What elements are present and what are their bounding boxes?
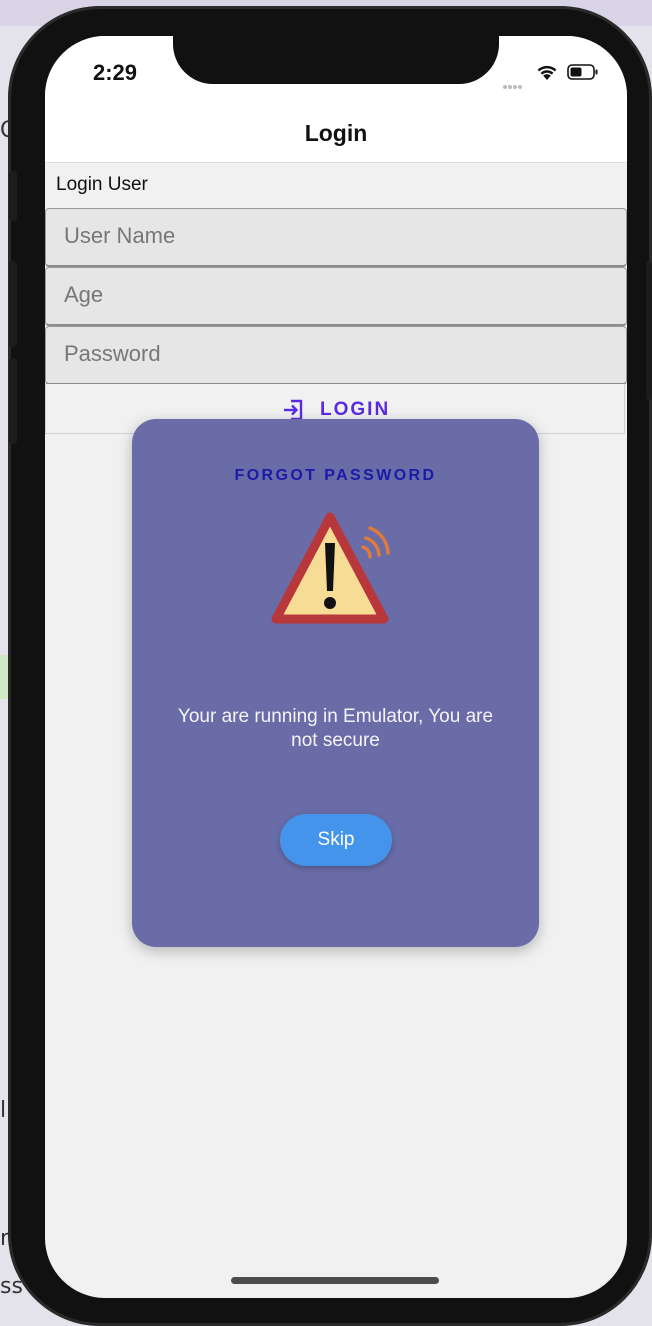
emulator-warning-dialog: FORGOT PASSWORD Your are running in Emul… [132,419,539,947]
status-time: 2:29 [93,60,138,85]
login-label: LOGIN [320,399,391,420]
section-label: Login User [56,174,148,195]
page-title: Login [304,120,368,146]
login-icon [284,399,303,421]
age-field[interactable] [45,267,627,326]
warning-message: Your are running in Emulator, You are no… [177,706,494,751]
username-input[interactable] [46,209,604,263]
cellular-signal-icon [503,76,527,89]
age-input[interactable] [46,268,604,322]
battery-icon [567,64,598,80]
password-field[interactable] [45,326,627,385]
home-indicator[interactable] [231,1277,439,1284]
volume-down-button [9,358,17,444]
wifi-icon [537,65,557,80]
warning-icon [271,512,390,624]
screen: 2:29 Login Login User User Name Age LOGI… [45,36,627,1298]
navigation-bar: Login [45,110,627,163]
power-button [646,261,652,401]
volume-up-button [9,261,17,347]
username-field[interactable] [45,208,627,267]
mute-switch [9,171,17,221]
forgot-password-link[interactable]: FORGOT PASSWORD [132,467,539,485]
skip-button[interactable]: Skip [280,814,392,866]
password-input[interactable] [46,327,604,381]
phone-frame: 2:29 Login Login User User Name Age LOGI… [8,6,652,1326]
notch [173,36,499,84]
